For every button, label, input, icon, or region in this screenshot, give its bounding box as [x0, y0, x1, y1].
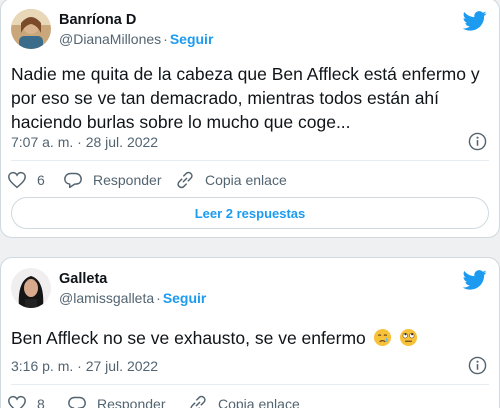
reply-label: Responder	[93, 172, 162, 188]
copy-link-button[interactable]: Copia enlace	[188, 393, 300, 408]
tweet-header: Banríona D @DianaMillones · Seguir	[11, 9, 489, 53]
rolling-eyes-face-icon	[399, 328, 417, 347]
author-handle[interactable]: @lamissgalleta	[59, 290, 154, 306]
reply-button[interactable]: Responder	[63, 169, 162, 191]
heart-icon	[8, 171, 26, 189]
tweet-card: Galleta @lamissgalleta · Seguir Ben Afflec…	[0, 257, 500, 408]
user-info: Banríona D @DianaMillones · Seguir	[59, 11, 213, 49]
timestamp[interactable]: 7:07 a. m. · 28 jul. 2022	[11, 134, 158, 150]
copy-link-label: Copia enlace	[205, 172, 287, 188]
handle-line: @DianaMillones · Seguir	[59, 29, 213, 49]
like-count: 6	[37, 172, 45, 188]
avatar[interactable]	[11, 268, 51, 308]
tweet-text: Nadie me quita de la cabeza que Ben Affl…	[11, 64, 480, 132]
info-icon[interactable]	[468, 132, 487, 151]
author-name[interactable]: Banríona D	[59, 11, 213, 29]
tweet-meta: 7:07 a. m. · 28 jul. 2022	[11, 132, 489, 152]
heart-icon	[8, 395, 26, 408]
separator-dot: ·	[156, 290, 161, 306]
divider	[11, 384, 489, 385]
avatar[interactable]	[11, 9, 51, 49]
tweet-header: Galleta @lamissgalleta · Seguir	[11, 268, 489, 312]
tweet-actions: 6 Responder Copia enlace	[8, 169, 489, 191]
reply-button[interactable]: Responder	[67, 393, 166, 408]
read-replies-button[interactable]: Leer 2 respuestas	[11, 197, 489, 229]
copy-link-button[interactable]: Copia enlace	[175, 169, 287, 191]
follow-button[interactable]: Seguir	[170, 31, 214, 47]
speech-bubble-icon	[68, 396, 86, 408]
copy-link-label: Copia enlace	[218, 396, 300, 408]
tweet-text-body: Ben Affleck no se ve exhausto, se ve enf…	[11, 328, 366, 348]
user-info: Galleta @lamissgalleta · Seguir	[59, 270, 206, 308]
follow-button[interactable]: Seguir	[163, 290, 207, 306]
reply-label: Responder	[97, 396, 166, 408]
link-icon	[190, 395, 206, 408]
handle-line: @lamissgalleta · Seguir	[59, 288, 206, 308]
like-count: 8	[37, 396, 45, 408]
info-icon[interactable]	[468, 356, 487, 375]
twitter-bird-icon[interactable]	[463, 11, 487, 31]
timestamp[interactable]: 3:16 p. m. · 27 jul. 2022	[11, 358, 158, 374]
crying-face-icon	[373, 328, 391, 347]
author-name[interactable]: Galleta	[59, 270, 206, 288]
separator-dot: ·	[163, 31, 168, 47]
tweet-text: Ben Affleck no se ve exhausto, se ve enf…	[11, 326, 489, 350]
twitter-bird-icon[interactable]	[463, 270, 487, 290]
tweet-meta: 3:16 p. m. · 27 jul. 2022	[11, 356, 489, 376]
tweet-card: Banríona D @DianaMillones · Seguir Nadie m…	[0, 0, 500, 238]
tweet-actions: 8 Responder Copia enlace	[8, 393, 489, 408]
link-icon	[177, 171, 193, 189]
like-button[interactable]: 6	[7, 169, 45, 191]
like-button[interactable]: 8	[7, 393, 45, 408]
divider	[11, 160, 489, 161]
speech-bubble-icon	[64, 172, 82, 189]
author-handle[interactable]: @DianaMillones	[59, 31, 161, 47]
